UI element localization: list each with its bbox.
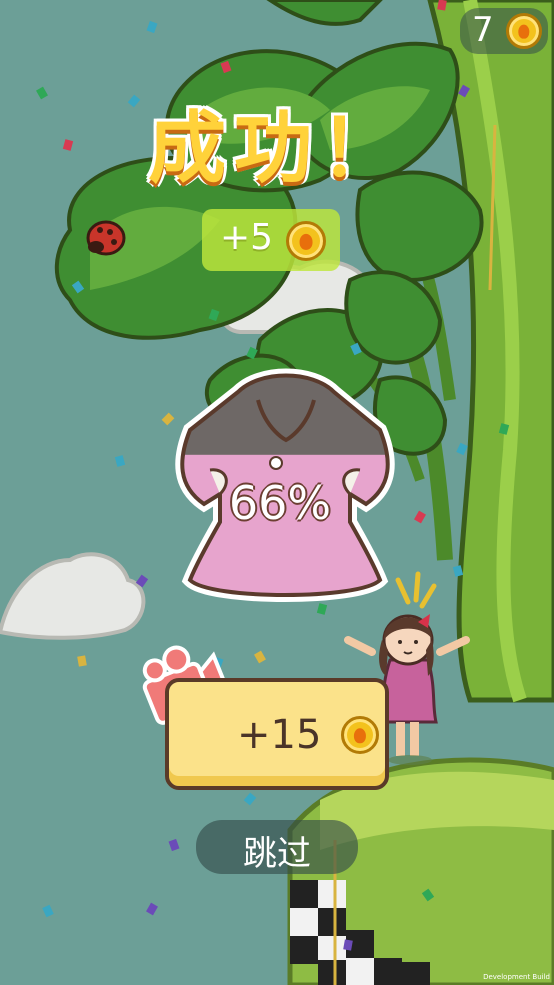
progress-percent: 66% <box>228 476 332 530</box>
game-scene: 7 成功！ +5 66% +15 跳过 Development Build <box>0 0 554 985</box>
skip-button[interactable]: 跳过 <box>196 820 358 874</box>
skip-label: 跳过 <box>243 834 311 874</box>
reward-amount: +5 <box>220 217 274 258</box>
watch-video-reward-button[interactable]: +15 <box>165 678 389 790</box>
success-title: 成功！ <box>147 104 406 194</box>
coin-icon <box>506 13 542 49</box>
coin-counter: 7 <box>460 8 548 54</box>
ladybug <box>86 220 126 256</box>
development-build-label: Development Build <box>483 973 550 981</box>
video-reward-amount: +15 <box>237 712 322 758</box>
coin-icon <box>341 716 379 754</box>
coin-count: 7 <box>472 10 494 50</box>
reward-badge: +5 <box>202 209 340 271</box>
coin-icon <box>286 221 326 261</box>
